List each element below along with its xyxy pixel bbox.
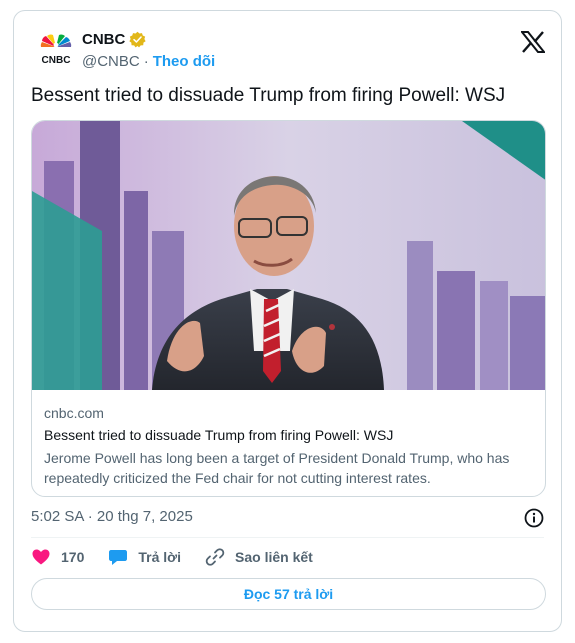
divider [31,537,544,538]
like-button[interactable]: 170 [31,547,84,567]
article-photo[interactable] [32,121,546,390]
link-title: Bessent tried to dissuade Trump from fir… [44,427,394,443]
svg-text:CNBC: CNBC [42,55,71,65]
post-card[interactable]: CNBC CNBC @CNBC · Theo dõi Bessent tried… [13,10,562,632]
x-logo-icon[interactable] [521,31,545,53]
reply-button[interactable]: Trả lời [108,547,181,567]
link-preview-card[interactable]: cnbc.com Bessent tried to dissuade Trump… [31,120,546,497]
link-icon [205,548,225,566]
info-icon[interactable] [524,508,544,528]
author-handle[interactable]: @CNBC [82,53,140,70]
verified-badge-icon[interactable] [129,31,146,48]
heart-icon [32,549,50,565]
speech-bubble-icon [109,550,128,565]
author-name[interactable]: CNBC [82,31,125,48]
link-domain: cnbc.com [44,405,104,421]
link-description: Jerome Powell has long been a target of … [44,450,510,486]
reply-label: Trả lời [138,549,181,565]
follow-button[interactable]: Theo dõi [153,53,216,70]
copy-link-button[interactable]: Sao liên kết [205,547,313,567]
author-block: CNBC @CNBC · Theo dõi [82,29,216,71]
cnbc-logo[interactable]: CNBC [38,31,74,65]
post-timestamp[interactable]: 5:02 SA · 20 thg 7, 2025 [31,508,193,525]
read-replies-button[interactable]: Đọc 57 trả lời [31,578,546,610]
post-header: CNBC CNBC @CNBC · Theo dõi [38,29,545,73]
copy-link-label: Sao liên kết [235,549,313,565]
post-text: Bessent tried to dissuade Trump from fir… [31,85,506,106]
like-count: 170 [61,549,85,565]
action-bar: 170 Trả lời Sao liên kết [31,547,337,567]
separator: · [143,53,149,70]
